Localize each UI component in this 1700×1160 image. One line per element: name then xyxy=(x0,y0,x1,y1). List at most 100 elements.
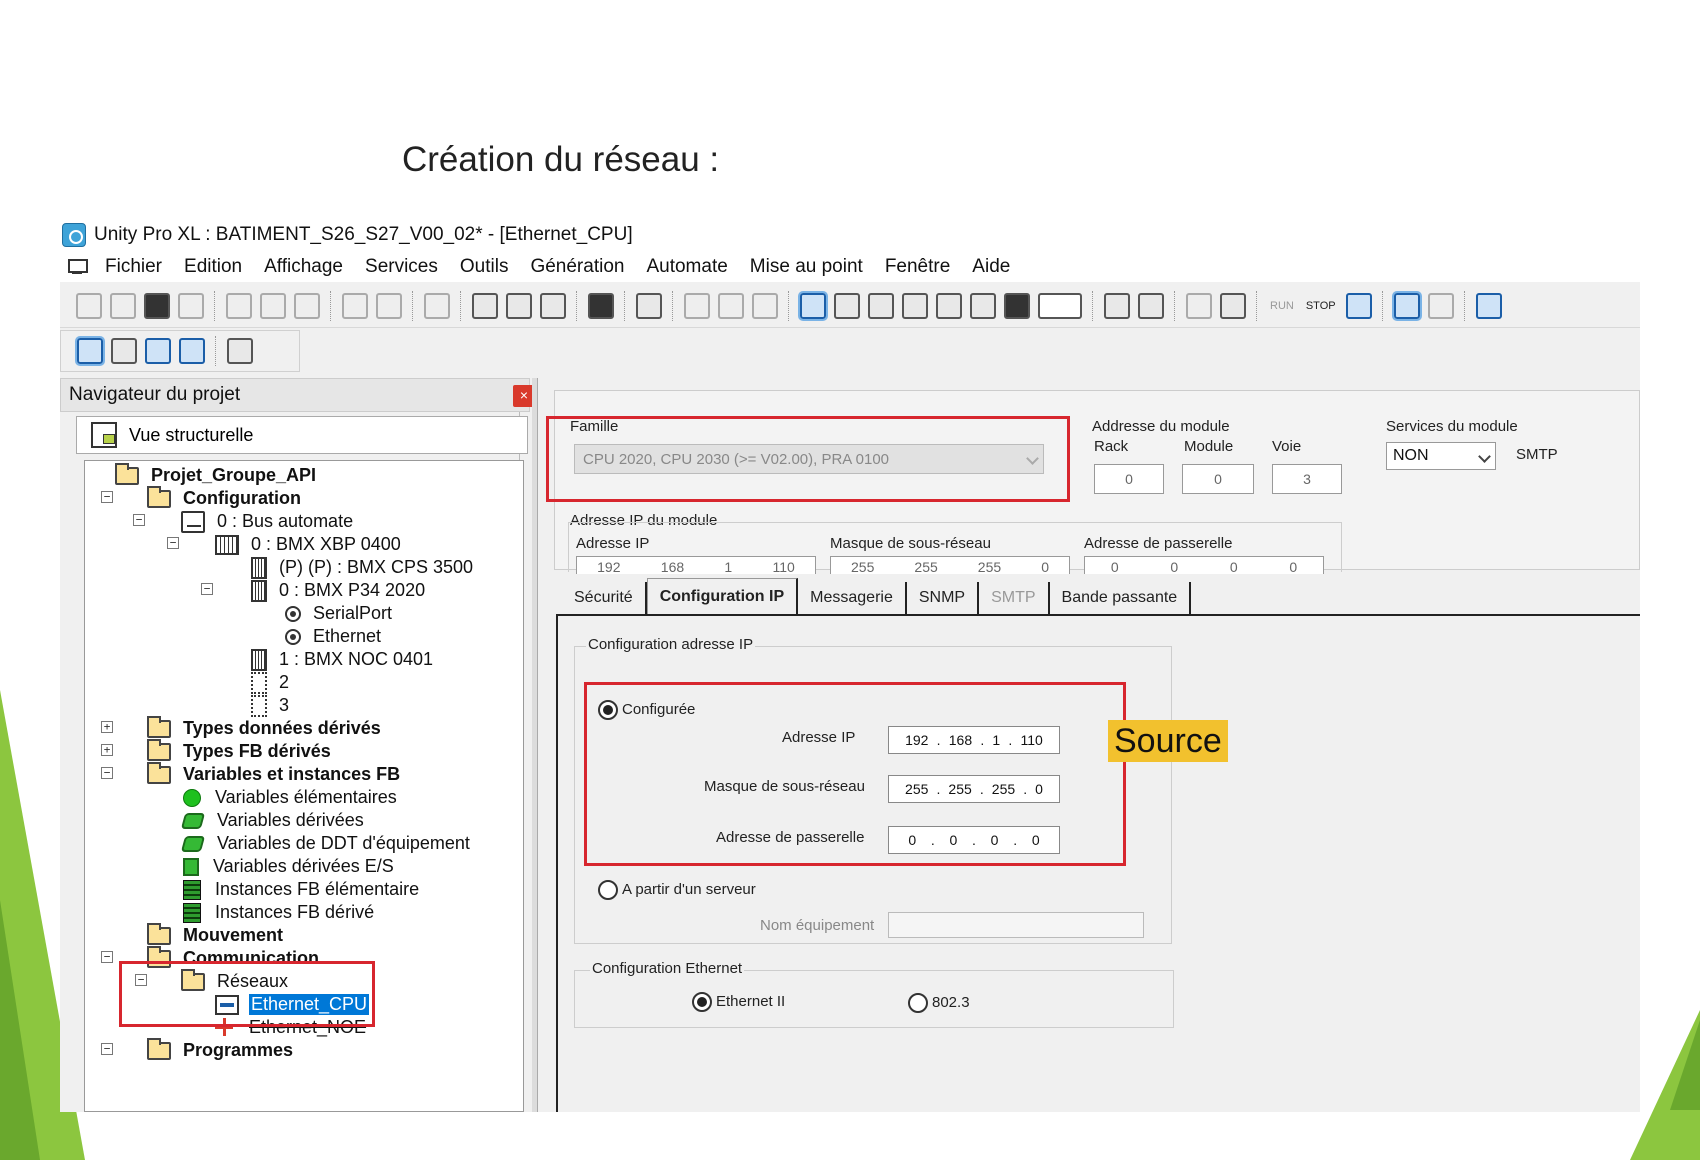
transfer-icon[interactable] xyxy=(1138,292,1164,319)
run-button[interactable]: RUN xyxy=(1270,300,1294,312)
menu-fenetre[interactable]: Fenêtre xyxy=(874,256,961,278)
paste-icon[interactable] xyxy=(294,292,320,319)
build-all-icon[interactable] xyxy=(752,292,778,319)
tab-snmp[interactable]: SNMP xyxy=(907,582,980,614)
tree-configuration[interactable]: Configuration xyxy=(147,485,301,511)
tab-configuration-ip[interactable]: Configuration IP xyxy=(646,578,799,614)
functional-view-icon[interactable] xyxy=(111,338,137,364)
empty-slot-icon xyxy=(251,694,267,717)
services-combo[interactable]: NON xyxy=(1386,442,1496,470)
menu-services[interactable]: Services xyxy=(354,256,449,278)
tree-label: Variables dérivées E/S xyxy=(213,856,394,876)
tree-cpu[interactable]: 0 : BMX P34 2020 xyxy=(251,578,425,603)
view-selector[interactable]: Vue structurelle xyxy=(76,416,528,454)
tree-mouvement[interactable]: Mouvement xyxy=(147,922,283,948)
tree-root[interactable]: Projet_Groupe_API xyxy=(115,462,316,488)
collapse-icon[interactable]: − xyxy=(167,537,179,549)
menu-fichier[interactable]: Fichier xyxy=(94,256,173,278)
table-icon[interactable] xyxy=(868,292,894,319)
analyze-icon[interactable] xyxy=(684,292,710,319)
tree-var-es[interactable]: Variables dérivées E/S xyxy=(183,854,394,879)
tree-types-donnees[interactable]: Types données dérivés xyxy=(147,715,381,741)
cascade-windows-icon[interactable] xyxy=(1475,292,1502,319)
ip-octet: 168 xyxy=(660,559,685,574)
tree-ethernet[interactable]: Ethernet xyxy=(285,624,381,649)
variables-icon[interactable] xyxy=(970,292,996,319)
toolbar-combo[interactable] xyxy=(1038,292,1082,319)
collapse-icon[interactable]: − xyxy=(101,491,113,503)
replace-icon[interactable] xyxy=(506,292,532,319)
tab-bande-passante[interactable]: Bande passante xyxy=(1050,582,1192,614)
expand-icon[interactable]: + xyxy=(101,721,113,733)
menu-affichage[interactable]: Affichage xyxy=(253,256,354,278)
find-icon[interactable] xyxy=(472,292,498,319)
computer-menu-icon[interactable] xyxy=(66,257,90,277)
stop-button[interactable]: STOP xyxy=(1306,300,1336,312)
cut-icon[interactable] xyxy=(260,292,286,319)
tree-variables[interactable]: Variables et instances FB xyxy=(147,761,400,787)
tree-var-ddt[interactable]: Variables de DDT d'équipement xyxy=(180,831,470,856)
save-icon[interactable] xyxy=(144,292,170,319)
copy-icon[interactable] xyxy=(226,292,252,319)
collapse-icon[interactable]: − xyxy=(101,951,113,963)
tree-noc[interactable]: 1 : BMX NOC 0401 xyxy=(251,647,433,672)
init-icon[interactable] xyxy=(1345,292,1372,319)
menu-mise-au-point[interactable]: Mise au point xyxy=(739,256,874,278)
browse-icon[interactable] xyxy=(540,292,566,319)
tab-smtp[interactable]: SMTP xyxy=(979,582,1050,614)
ethernet-ii-radio[interactable] xyxy=(692,992,712,1012)
tree-slot-2[interactable]: 2 xyxy=(251,670,289,695)
split-horizontal-icon[interactable] xyxy=(179,338,205,364)
print-icon[interactable] xyxy=(178,292,204,319)
collapse-icon[interactable]: − xyxy=(133,514,145,526)
tree-var-elem[interactable]: Variables élémentaires xyxy=(183,785,397,810)
split-vertical-icon[interactable] xyxy=(145,338,171,364)
tree-inst-deriv[interactable]: Instances FB dérivé xyxy=(183,900,374,925)
tree-inst-elem[interactable]: Instances FB élémentaire xyxy=(183,877,419,902)
tree-rack[interactable]: 0 : BMX XBP 0400 xyxy=(215,532,401,557)
menu-outils[interactable]: Outils xyxy=(449,256,520,278)
expand-icon[interactable]: + xyxy=(101,744,113,756)
tree-bus-automate[interactable]: 0 : Bus automate xyxy=(181,509,353,534)
simulator-icon[interactable] xyxy=(1186,292,1212,319)
panel-splitter[interactable] xyxy=(532,378,538,1112)
redo-icon[interactable] xyxy=(376,292,402,319)
project-browser-icon[interactable] xyxy=(798,290,828,321)
cross-reference-icon[interactable] xyxy=(936,292,962,319)
plc-icon[interactable] xyxy=(1220,292,1246,319)
collapse-icon[interactable]: − xyxy=(101,767,113,779)
undo-icon[interactable] xyxy=(342,292,368,319)
toolbar-separator xyxy=(576,290,578,321)
zoom-icon[interactable] xyxy=(227,338,253,364)
ieee-8023-radio[interactable] xyxy=(908,993,928,1013)
io-animation-icon[interactable] xyxy=(1391,290,1422,321)
green-accent-left-dark xyxy=(0,900,40,1160)
binoculars-icon[interactable] xyxy=(1004,292,1030,319)
new-file-icon[interactable] xyxy=(76,292,102,319)
expand-icon[interactable]: − xyxy=(101,1043,113,1055)
update-icon[interactable] xyxy=(1427,292,1454,319)
build-icon[interactable] xyxy=(636,292,662,319)
collapse-icon[interactable]: − xyxy=(201,583,213,595)
tree-var-deriv[interactable]: Variables dérivées xyxy=(180,808,364,833)
hierarchy-icon[interactable] xyxy=(834,292,860,319)
from-server-radio[interactable] xyxy=(598,880,618,900)
validate-icon[interactable] xyxy=(424,292,450,319)
screen-icon[interactable] xyxy=(588,292,614,319)
tree-cps[interactable]: (P) (P) : BMX CPS 3500 xyxy=(251,555,473,580)
tree-programmes[interactable]: Programmes xyxy=(147,1037,293,1063)
menu-generation[interactable]: Génération xyxy=(519,256,635,278)
rebuild-icon[interactable] xyxy=(718,292,744,319)
menu-aide[interactable]: Aide xyxy=(961,256,1021,278)
tab-messagerie[interactable]: Messagerie xyxy=(798,582,907,614)
menu-edition[interactable]: Edition xyxy=(173,256,253,278)
connect-icon[interactable] xyxy=(1104,292,1130,319)
library-icon[interactable] xyxy=(902,292,928,319)
tab-securite[interactable]: Sécurité xyxy=(562,582,647,614)
tree-types-fb[interactable]: Types FB dérivés xyxy=(147,738,331,764)
menu-automate[interactable]: Automate xyxy=(635,256,738,278)
structural-view-icon[interactable] xyxy=(75,336,105,366)
open-folder-icon[interactable] xyxy=(110,292,136,319)
tree-serialport[interactable]: SerialPort xyxy=(285,601,392,626)
tree-slot-3[interactable]: 3 xyxy=(251,693,289,718)
